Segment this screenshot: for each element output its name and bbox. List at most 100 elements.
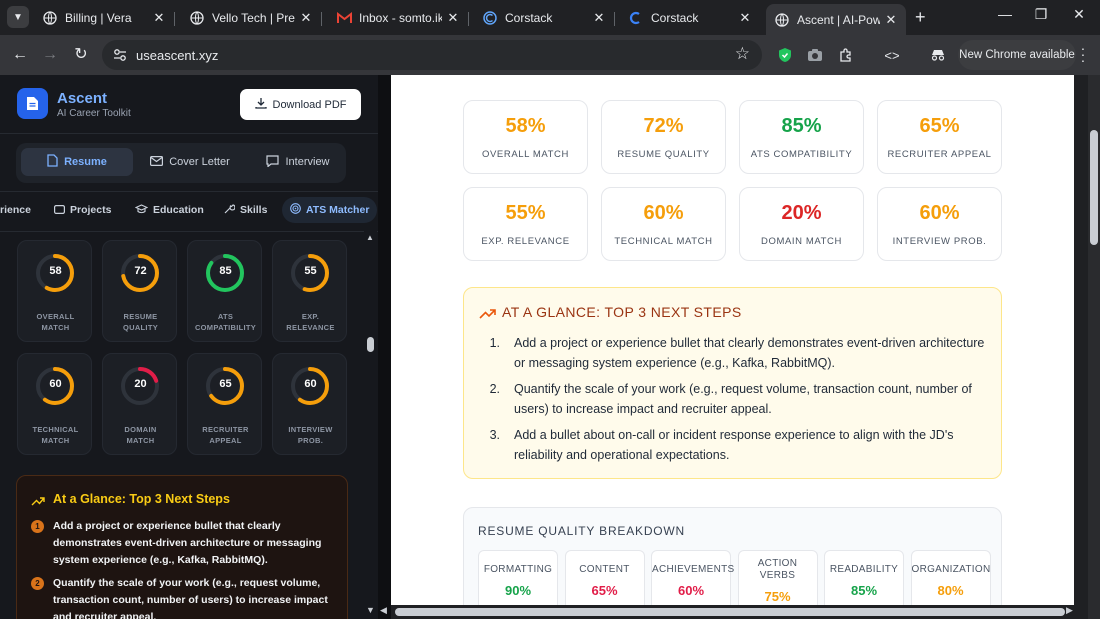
- score-gauge-card[interactable]: 65 RECRUITER APPEAL: [187, 353, 262, 455]
- scroll-left-icon[interactable]: ◀: [380, 605, 387, 616]
- score-gauge-card[interactable]: 58 OVERALL MATCH: [17, 240, 92, 342]
- metric-label: RECRUITER APPEAL: [887, 149, 992, 160]
- report-page: 58% OVERALL MATCH 72% RESUME QUALITY 85% ATS …: [391, 75, 1074, 605]
- quality-metric-value: 90%: [504, 583, 532, 598]
- new-tab-button[interactable]: +: [915, 8, 926, 26]
- score-gauge-card[interactable]: 55 EXP. RELEVANCE: [272, 240, 347, 342]
- corstack-icon: [628, 10, 644, 26]
- score-gauge-card[interactable]: 85 ATS COMPATIBILITY: [187, 240, 262, 342]
- next-steps-title: AT A GLANCE: TOP 3 NEXT STEPS: [502, 304, 742, 320]
- code-icon[interactable]: <>: [882, 45, 902, 65]
- address-bar[interactable]: useascent.xyz ☆: [102, 40, 762, 70]
- segment-resume[interactable]: Resume: [21, 148, 133, 176]
- tab-corstack-2[interactable]: Corstack ✕: [620, 4, 760, 32]
- scrollbar-thumb[interactable]: [1090, 130, 1098, 245]
- scroll-down-icon[interactable]: ▼: [366, 605, 375, 615]
- quality-metric-value: 60%: [677, 583, 705, 598]
- gauge-value: 60: [304, 378, 317, 390]
- divider: [0, 191, 378, 192]
- step-text: Add a project or experience bullet that …: [514, 333, 1004, 373]
- close-icon[interactable]: ✕: [446, 10, 460, 26]
- tab-title: Corstack: [505, 11, 553, 25]
- metric-value: 58%: [505, 115, 546, 137]
- mail-icon: [150, 155, 164, 169]
- next-steps-card: AT A GLANCE: TOP 3 NEXT STEPS 1. Add a pr…: [463, 287, 1002, 479]
- tab-vello[interactable]: Vello Tech | Premium ✕: [181, 4, 322, 32]
- scroll-right-icon[interactable]: ▶: [1066, 605, 1073, 616]
- forward-button[interactable]: →: [39, 44, 61, 66]
- divider: [0, 231, 378, 232]
- restore-button[interactable]: ❐: [1031, 6, 1051, 23]
- tab-separator: [174, 12, 175, 26]
- close-icon[interactable]: ✕: [299, 10, 313, 26]
- close-icon[interactable]: ✕: [592, 10, 606, 26]
- score-gauge-card[interactable]: 72 RESUME QUALITY: [102, 240, 177, 342]
- step-text: Quantify the scale of your work (e.g., r…: [514, 379, 1004, 419]
- new-chrome-available-button[interactable]: New Chrome available: [958, 40, 1076, 70]
- page-scrollbar[interactable]: [1074, 75, 1100, 619]
- graduation-cap-icon: [134, 203, 149, 217]
- scroll-up-icon[interactable]: ▲: [366, 233, 374, 242]
- download-pdf-button[interactable]: Download PDF: [240, 89, 361, 120]
- close-icon[interactable]: ✕: [884, 12, 898, 28]
- divider: [0, 133, 378, 134]
- subtab-label: Skills: [240, 204, 268, 216]
- gauge-label: ATS COMPATIBILITY: [188, 311, 263, 333]
- gauge-label: DOMAIN MATCH: [103, 424, 178, 446]
- gauge-label-line: MATCH: [41, 323, 70, 332]
- globe-icon: [189, 10, 205, 26]
- download-icon: [254, 97, 267, 112]
- tab-inbox[interactable]: Inbox - somto.ike.d ✕: [328, 4, 469, 32]
- tab-search-button[interactable]: ▼: [7, 6, 29, 28]
- corstack-icon: [482, 10, 498, 26]
- back-button[interactable]: ←: [9, 44, 31, 66]
- trending-up-icon: [479, 306, 496, 324]
- metric-card: 60% TECHNICAL MATCH: [601, 187, 726, 261]
- tab-billing[interactable]: Billing | Vera ✕: [34, 4, 175, 32]
- quality-metric-label: ORGANIZATION: [911, 564, 991, 575]
- step-number: 1.: [489, 336, 500, 350]
- tab-ascent[interactable]: Ascent | AI-Powered ✕: [766, 4, 906, 35]
- subtab-ats-matcher[interactable]: ATS Matcher: [282, 197, 378, 223]
- score-gauge-card[interactable]: 60 TECHNICAL MATCH: [17, 353, 92, 455]
- panel-divider[interactable]: [378, 75, 391, 619]
- quality-metric-label: FORMATTING: [483, 564, 553, 575]
- segment-interview[interactable]: Interview: [254, 148, 342, 176]
- subtab-label: Projects: [70, 204, 112, 216]
- step-text: Add a bullet about on-call or incident r…: [514, 425, 1004, 465]
- camera-extension-icon[interactable]: [805, 45, 825, 65]
- close-icon[interactable]: ✕: [152, 10, 166, 26]
- close-window-button[interactable]: ✕: [1069, 6, 1089, 23]
- scrollbar-thumb[interactable]: [367, 337, 374, 352]
- gauge-label-line: RECRUITER: [202, 425, 249, 434]
- metric-label: INTERVIEW PROB.: [892, 236, 987, 247]
- metric-value: 72%: [643, 115, 684, 137]
- incognito-profile-icon[interactable]: [928, 45, 948, 65]
- score-gauge-card[interactable]: 20 DOMAIN MATCH: [102, 353, 177, 455]
- reload-button[interactable]: ↻: [70, 44, 92, 66]
- subtab-projects[interactable]: Projects: [54, 197, 111, 223]
- step-line: Add a project or experience bullet that …: [514, 336, 985, 350]
- segment-cover-letter[interactable]: Cover Letter: [138, 148, 242, 176]
- metric-label: DOMAIN MATCH: [761, 236, 842, 247]
- puzzle-extensions-icon[interactable]: [836, 45, 856, 65]
- quality-metric-value: 85%: [850, 583, 878, 598]
- site-info-icon[interactable]: [112, 47, 128, 63]
- tab-title: Ascent | AI-Powered: [797, 12, 880, 27]
- minimize-button[interactable]: —: [995, 6, 1015, 22]
- sidebar-scrollbar[interactable]: ▲: [364, 230, 377, 619]
- scrollbar-thumb[interactable]: [395, 608, 1065, 616]
- shield-extension-icon[interactable]: [775, 45, 795, 65]
- gauge-value: 20: [134, 378, 147, 390]
- subtab-skills[interactable]: Skills: [224, 197, 267, 223]
- quality-metric-label: CONTENT: [579, 564, 630, 575]
- subtab-education[interactable]: Education: [134, 197, 204, 223]
- close-icon[interactable]: ✕: [738, 10, 752, 26]
- horizontal-scrollbar[interactable]: [391, 605, 1074, 619]
- tab-corstack-1[interactable]: Corstack ✕: [474, 4, 615, 32]
- subtab-experience[interactable]: rience: [0, 197, 31, 223]
- menu-dots-icon[interactable]: · · ·: [1077, 41, 1089, 67]
- bookmark-star-icon[interactable]: ☆: [735, 44, 750, 64]
- score-gauge-card[interactable]: 60 INTERVIEW PROB.: [272, 353, 347, 455]
- quality-metric-label: ACHIEVEMENTS: [652, 564, 735, 575]
